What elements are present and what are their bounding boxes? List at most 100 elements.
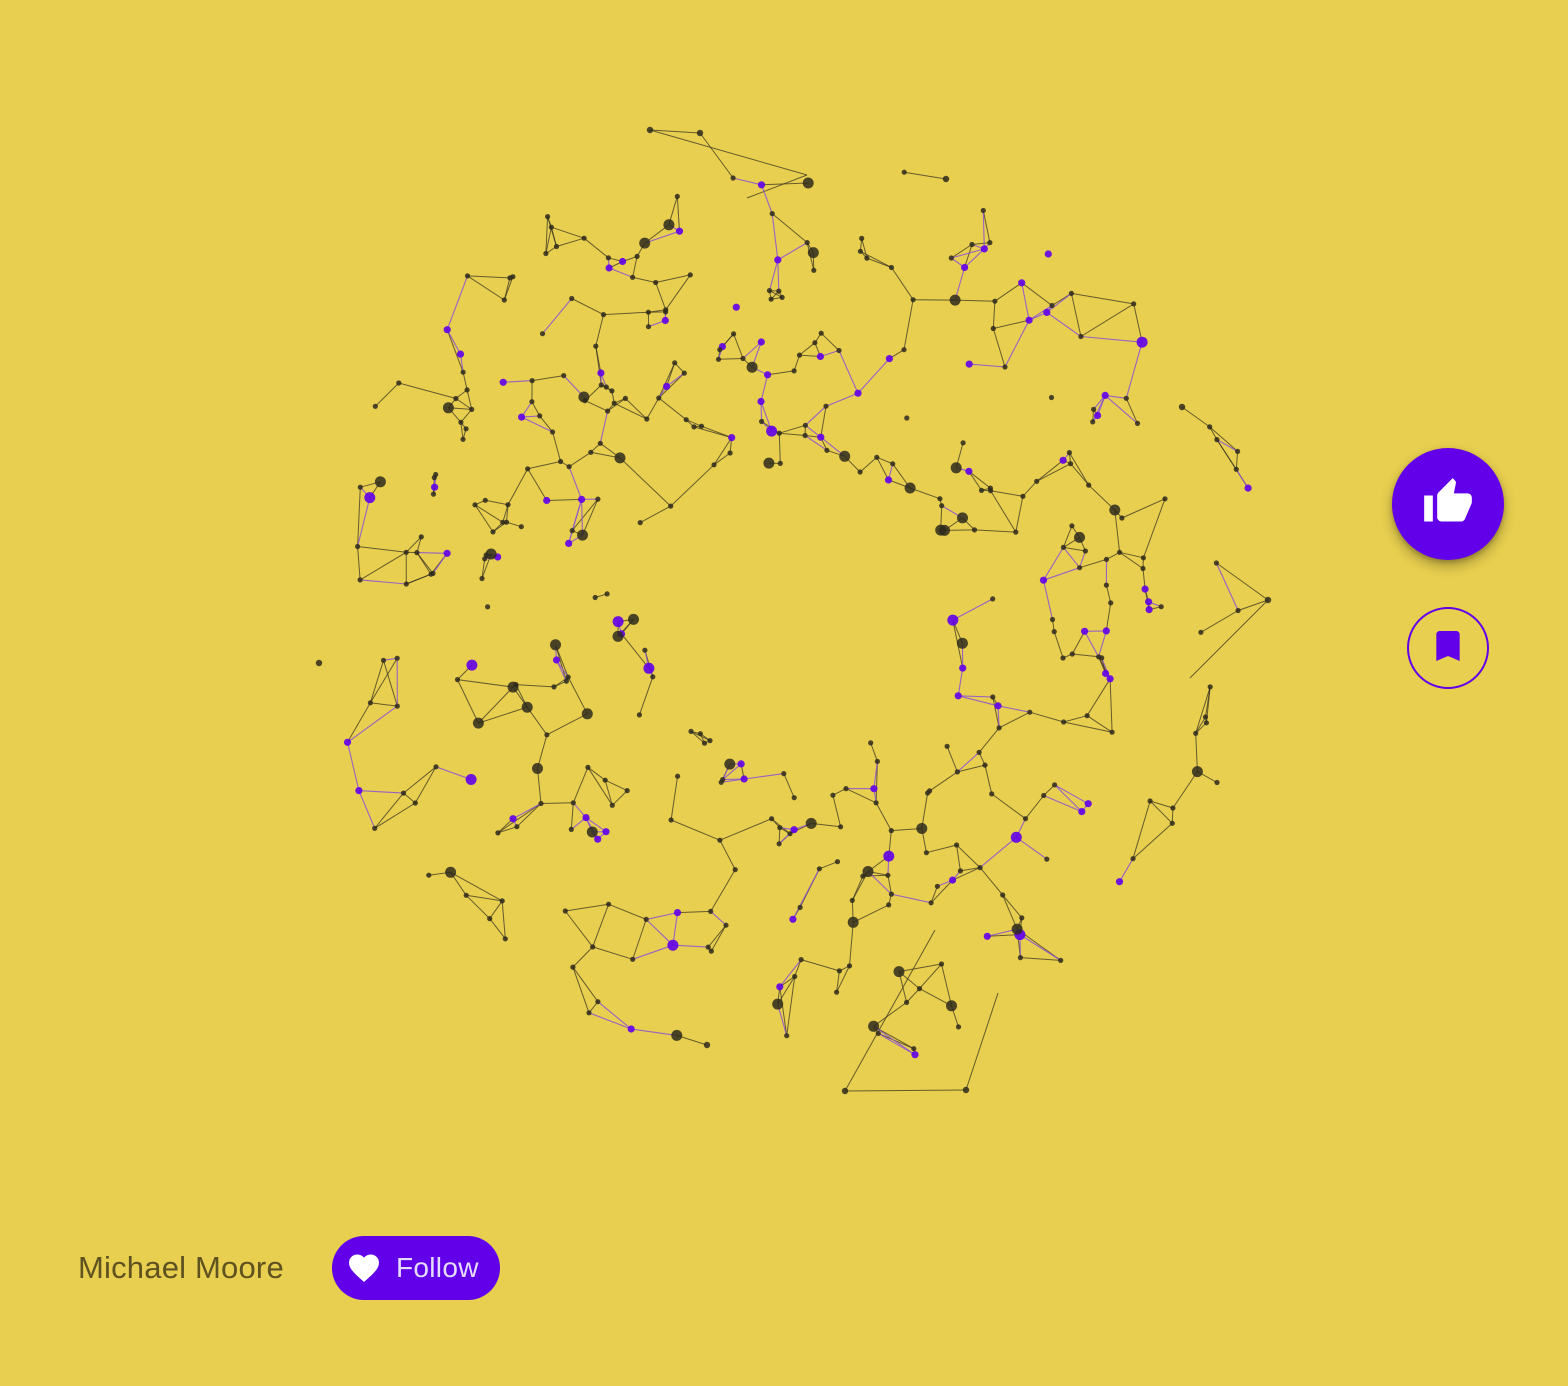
network-edge bbox=[1084, 631, 1100, 658]
network-edge bbox=[819, 861, 838, 870]
network-edge bbox=[542, 298, 573, 335]
network-node bbox=[857, 469, 863, 475]
network-edge bbox=[359, 551, 407, 581]
network-edge bbox=[1072, 653, 1099, 658]
network-node bbox=[859, 235, 865, 241]
network-node bbox=[645, 324, 652, 330]
network-node-purple bbox=[667, 939, 679, 951]
network-node bbox=[1108, 600, 1114, 606]
network-node bbox=[1017, 955, 1024, 961]
network-node-purple bbox=[675, 227, 684, 235]
network-node bbox=[980, 207, 986, 214]
network-node bbox=[708, 908, 714, 915]
network-node bbox=[938, 961, 945, 967]
network-node bbox=[586, 826, 598, 838]
network-node bbox=[830, 792, 836, 798]
network-node bbox=[1091, 406, 1097, 412]
network-node bbox=[901, 169, 907, 175]
network-edge bbox=[1105, 584, 1112, 604]
network-node bbox=[656, 395, 662, 401]
network-node bbox=[874, 454, 880, 460]
network-node bbox=[605, 255, 612, 261]
network-edge bbox=[503, 276, 514, 301]
like-button[interactable] bbox=[1392, 448, 1504, 560]
network-node bbox=[1022, 816, 1029, 822]
network-node bbox=[586, 1010, 592, 1016]
network-edge bbox=[1104, 394, 1138, 424]
network-node bbox=[956, 637, 968, 649]
network-node bbox=[430, 491, 437, 497]
network-node bbox=[1096, 654, 1102, 660]
network-node bbox=[768, 296, 774, 302]
network-node bbox=[570, 964, 576, 970]
network-node-purple bbox=[1084, 800, 1092, 808]
art-page: Michael Moore Follow bbox=[0, 0, 1568, 1386]
network-node-purple bbox=[994, 702, 1002, 710]
network-node bbox=[315, 659, 323, 667]
network-edge bbox=[929, 771, 958, 792]
network-node bbox=[566, 464, 572, 470]
network-node bbox=[717, 837, 723, 843]
network-node-purple bbox=[543, 496, 551, 505]
network-node bbox=[841, 1087, 849, 1095]
network-edge bbox=[891, 893, 932, 904]
network-node bbox=[499, 898, 505, 904]
network-edge bbox=[369, 660, 384, 703]
network-node bbox=[1068, 461, 1074, 467]
network-edge bbox=[489, 900, 503, 919]
network-node bbox=[482, 497, 488, 503]
network-edge bbox=[771, 213, 779, 260]
network-edge bbox=[1237, 599, 1269, 611]
network-node bbox=[890, 461, 896, 467]
network-edge bbox=[551, 226, 585, 239]
network-node bbox=[740, 355, 746, 362]
network-node bbox=[663, 307, 669, 313]
bookmark-button[interactable] bbox=[1407, 607, 1489, 689]
author-name[interactable]: Michael Moore bbox=[78, 1250, 284, 1286]
network-edge bbox=[1071, 631, 1086, 655]
network-edge bbox=[779, 424, 806, 434]
network-node bbox=[668, 503, 674, 509]
network-node bbox=[962, 1086, 970, 1094]
network-edge bbox=[638, 676, 654, 716]
network-edge bbox=[403, 766, 437, 794]
network-node bbox=[1191, 766, 1203, 778]
network-edge bbox=[990, 490, 1017, 533]
network-node bbox=[464, 273, 471, 279]
network-edge bbox=[485, 499, 509, 506]
network-node bbox=[495, 830, 501, 836]
network-edge bbox=[783, 773, 795, 798]
network-node-purple bbox=[597, 369, 605, 377]
network-node bbox=[464, 387, 470, 393]
network-node-purple bbox=[1081, 627, 1089, 635]
network-node-purple bbox=[619, 257, 627, 266]
network-node bbox=[565, 674, 571, 680]
follow-button[interactable]: Follow bbox=[332, 1236, 500, 1300]
network-node bbox=[1084, 713, 1090, 719]
network-edge bbox=[521, 416, 553, 433]
network-node bbox=[969, 241, 975, 248]
network-node bbox=[802, 422, 809, 428]
network-node bbox=[868, 740, 874, 746]
network-node bbox=[847, 916, 859, 928]
network-edge bbox=[1036, 463, 1071, 482]
network-edge bbox=[852, 904, 889, 923]
network-edge bbox=[550, 227, 557, 247]
network-edge bbox=[374, 792, 404, 829]
network-node bbox=[543, 250, 549, 257]
network-edge bbox=[632, 919, 647, 960]
network-node bbox=[1069, 523, 1075, 529]
network-edge bbox=[991, 793, 1026, 820]
network-node bbox=[507, 681, 519, 693]
network-edge bbox=[474, 504, 504, 523]
network-node bbox=[1086, 482, 1092, 488]
network-node bbox=[701, 740, 708, 746]
network-node bbox=[426, 872, 432, 878]
network-node bbox=[1178, 403, 1186, 411]
network-node-purple bbox=[854, 389, 862, 397]
network-edge bbox=[744, 773, 784, 780]
network-edge bbox=[903, 299, 914, 350]
network-edge bbox=[607, 397, 626, 412]
network-edge bbox=[1132, 800, 1151, 859]
network-node bbox=[646, 126, 654, 134]
